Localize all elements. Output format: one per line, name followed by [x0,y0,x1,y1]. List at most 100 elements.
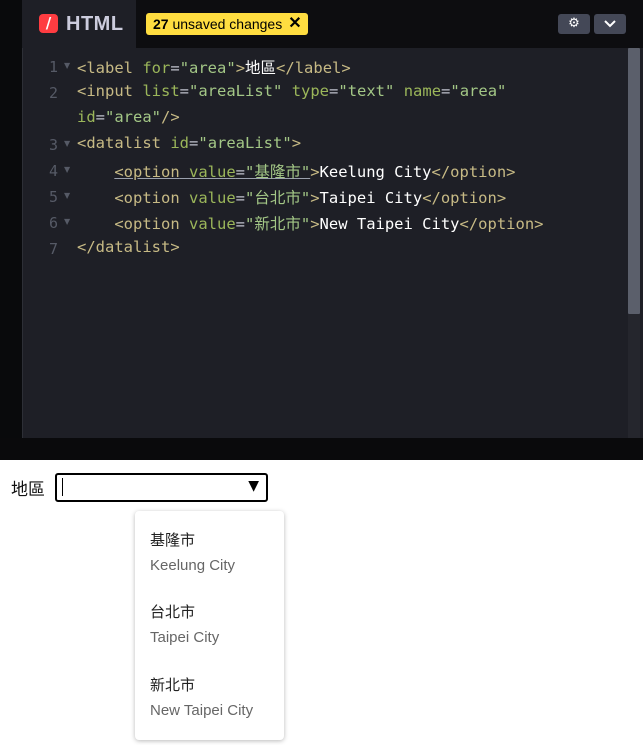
preview-panel: 地區 ▼ 基隆市 Keelung City 台北市 Taipei City 新北… [0,460,643,745]
code-token: = [179,82,190,100]
settings-button[interactable]: ⚙ [558,14,590,34]
editor-scrollbar-track[interactable] [628,314,640,438]
code-token: Keelung City [319,163,432,181]
code-token: > [310,215,320,233]
code-token: > [310,189,320,207]
code-token: = [235,163,246,181]
code-token: = [441,82,451,100]
editor-left-strip [0,0,23,438]
code-line-7: </datalist> [77,238,180,256]
code-token: = [235,215,246,233]
code-line-3: <datalist id="areaList"> [77,134,301,152]
code-token: </label> [276,59,351,77]
code-token: New Taipei City [319,215,460,233]
code-token: "areaList" [189,82,283,100]
code-line-6: <option value="新北市">New Taipei City</opt… [77,212,544,234]
line-number: 7 [48,240,58,258]
code-token: <input [77,82,133,100]
unsaved-text: unsaved changes [172,16,283,32]
fold-arrow-icon[interactable]: ▼ [64,217,70,226]
code-token: </option> [459,215,544,233]
unsaved-changes-badge: 27 unsaved changes ✕ [146,13,308,35]
code-token: > [291,134,302,152]
code-token: </datalist> [77,238,180,256]
option-value: 新北市 [150,676,196,694]
code-token: <label [77,59,133,77]
code-line-1: <label for="area">地區</label> [77,56,351,78]
datalist-dropdown: 基隆市 Keelung City 台北市 Taipei City 新北市 New… [135,511,284,740]
code-token: "text" [338,82,395,100]
gear-icon: ⚙ [568,16,580,31]
html-editor-panel: / HTML 27 unsaved changes ✕ ⚙ 1 ▼ 2 3 ▼ … [0,0,643,438]
area-label: 地區 [11,480,45,500]
editor-tab-bar: / HTML 27 unsaved changes ✕ ⚙ [22,0,643,48]
code-line-5: <option value="台北市">Taipei City</option> [77,186,506,208]
code-token: type [291,82,330,100]
code-area[interactable]: 1 ▼ 2 3 ▼ 4 ▼ 5 ▼ 6 ▼ 7 <label for="area… [22,48,628,438]
tab-html[interactable]: / HTML [22,0,136,48]
code-token: 地區 [245,59,277,77]
collapse-button[interactable] [594,14,626,34]
area-input[interactable]: ▼ [55,473,268,502]
fold-arrow-icon[interactable]: ▼ [64,139,70,148]
code-token: = [189,134,199,152]
code-token: = [235,189,246,207]
option-label: Keelung City [150,557,236,574]
fold-arrow-icon[interactable]: ▼ [64,61,70,70]
code-token: = [329,82,339,100]
code-token: for [142,59,171,77]
code-line-2-wrap: id="area"/> [77,108,180,126]
line-number: 3 [48,136,58,154]
code-token: "area" [450,82,507,100]
line-number: 6 [48,214,58,232]
code-token: list [142,82,180,100]
line-number: 2 [48,84,58,102]
code-token: > [310,163,320,181]
datalist-option[interactable]: 台北市 Taipei City [150,601,219,646]
line-gutter: 1 ▼ 2 3 ▼ 4 ▼ 5 ▼ 6 ▼ 7 [22,48,74,438]
code-token: "area" [105,108,162,126]
line-number: 1 [48,58,58,76]
code-token: </option> [431,163,516,181]
code-token: "基隆市" [245,163,311,181]
code-token: = [170,59,180,77]
code-token: <option [114,215,180,233]
fold-arrow-icon[interactable]: ▼ [64,165,70,174]
unsaved-count: 27 [153,16,169,32]
text-caret [62,478,63,496]
code-token: "areaList" [198,134,292,152]
code-token: > [235,59,246,77]
code-token: value [189,215,236,233]
code-token: id [170,134,190,152]
code-token: <option [114,189,180,207]
code-token: value [189,163,236,181]
code-token: Taipei City [319,189,423,207]
datalist-option[interactable]: 基隆市 Keelung City [150,529,235,574]
option-label: Taipei City [150,629,220,646]
code-line-4: <option value="基隆市">Keelung City</option… [77,160,516,182]
code-token: <datalist [77,134,161,152]
tab-title: HTML [66,13,124,35]
code-token: /> [161,108,180,126]
fold-arrow-icon[interactable]: ▼ [64,191,70,200]
option-label: New Taipei City [150,702,254,719]
code-token: <option [114,163,180,181]
code-line-2: <input list="areaList" type="text" name=… [77,82,506,100]
code-token: id [77,108,96,126]
code-token: </option> [422,189,507,207]
code-token: = [95,108,106,126]
option-value: 台北市 [150,603,196,621]
code-token: name [403,82,442,100]
editor-scrollbar-thumb[interactable] [628,48,640,314]
code-token: "area" [179,59,236,77]
datalist-option[interactable]: 新北市 New Taipei City [150,674,253,719]
close-icon[interactable]: ✕ [288,13,301,35]
code-token: "新北市" [245,215,311,233]
line-number: 4 [48,162,58,180]
code-token: "台北市" [245,189,311,207]
code-token: value [189,189,236,207]
panel-resize-divider[interactable] [0,438,643,460]
chevron-down-icon [604,20,616,28]
dropdown-arrow-icon[interactable]: ▼ [248,478,259,494]
line-number: 5 [48,188,58,206]
